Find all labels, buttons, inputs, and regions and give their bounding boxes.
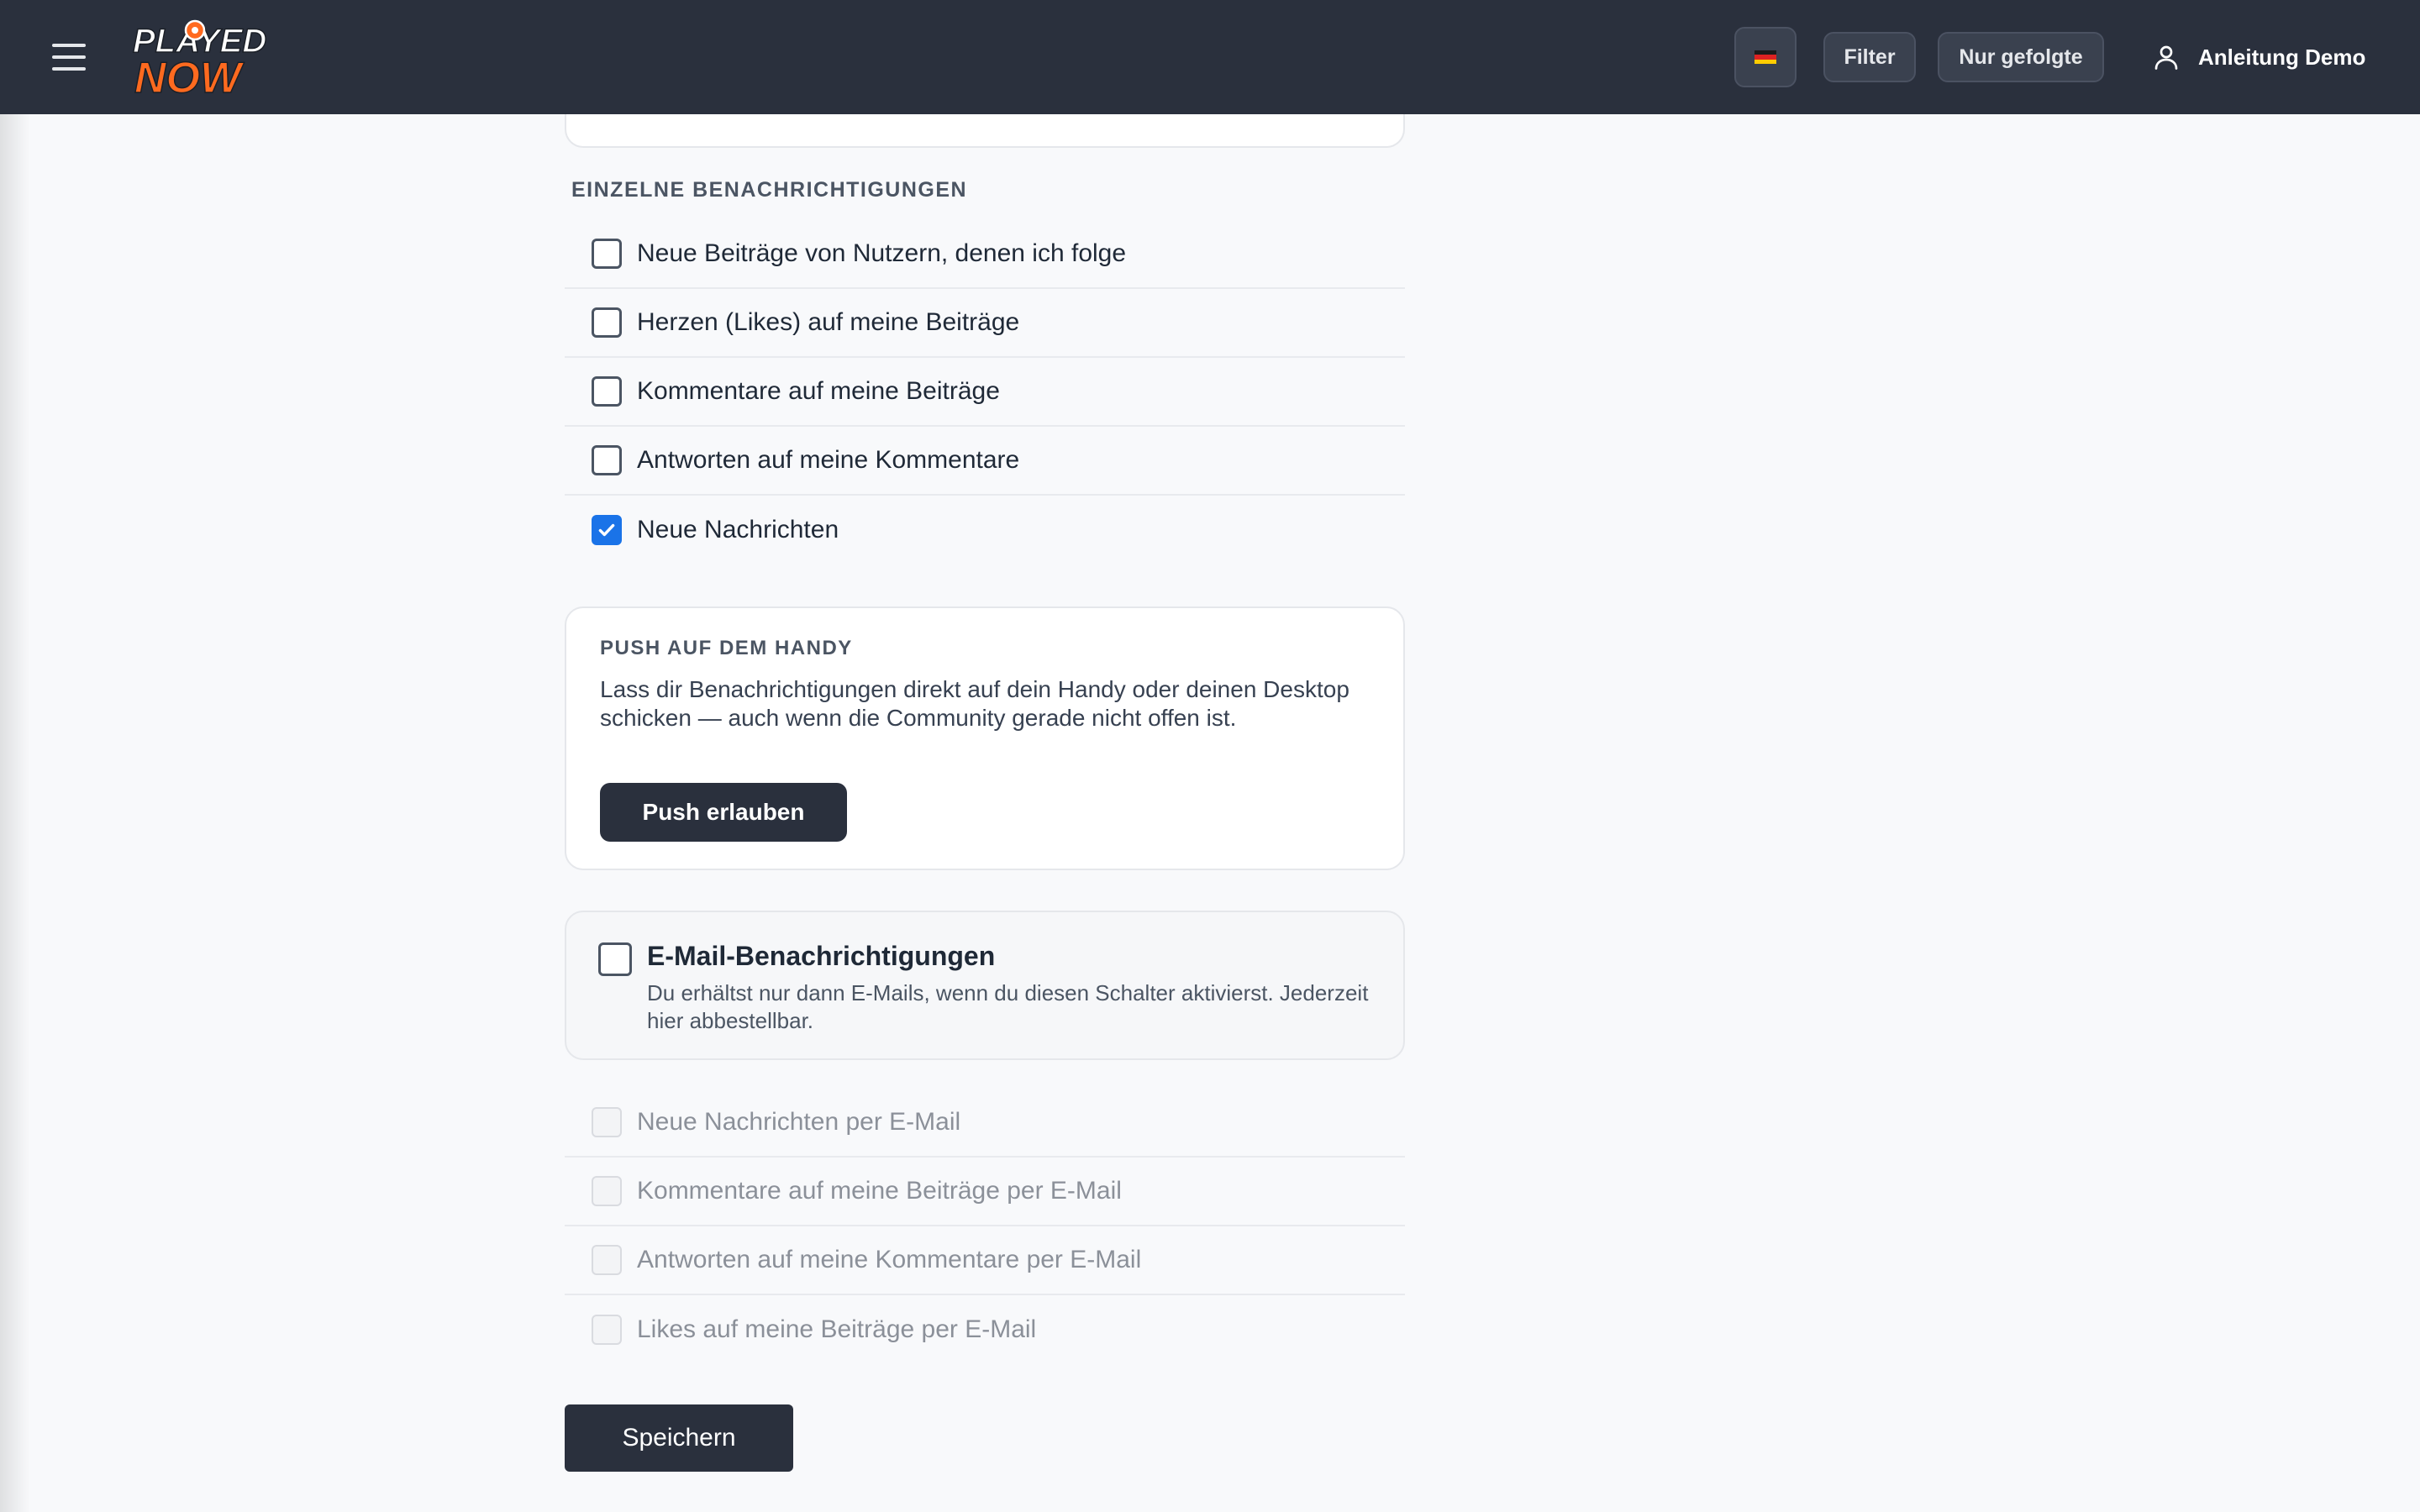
checkbox-disabled[interactable] <box>592 1176 622 1206</box>
user-icon <box>2154 45 2178 70</box>
notification-option-followed-posts[interactable]: Neue Beiträge von Nutzern, denen ich fol… <box>565 220 1405 289</box>
followed-only-button[interactable]: Nur gefolgte <box>1938 32 2104 82</box>
germany-flag-icon <box>1754 50 1776 64</box>
notification-option-replies[interactable]: Antworten auf meine Kommentare <box>565 427 1405 496</box>
email-option-likes[interactable]: Likes auf meine Beiträge per E-Mail <box>565 1295 1405 1364</box>
notification-option-comments[interactable]: Kommentare auf meine Beiträge <box>565 358 1405 427</box>
top-bar: PLAYED NOW Filter Nur gefolgte Anleitung… <box>0 0 2420 114</box>
checkbox-disabled[interactable] <box>592 1107 622 1137</box>
email-checklist: Neue Nachrichten per E-Mail Kommentare a… <box>565 1089 1405 1364</box>
option-label: Kommentare auf meine Beiträge per E-Mail <box>637 1177 1122 1205</box>
allow-push-button[interactable]: Push erlauben <box>600 783 847 842</box>
checkbox[interactable] <box>592 445 622 475</box>
email-description: Du erhältst nur dann E-Mails, wenn du di… <box>647 980 1369 1033</box>
notification-option-messages[interactable]: Neue Nachrichten <box>565 496 1405 564</box>
save-button[interactable]: Speichern <box>565 1404 793 1472</box>
played-now-logo[interactable]: PLAYED NOW <box>131 17 291 101</box>
option-label: Antworten auf meine Kommentare <box>637 446 1020 474</box>
option-label: Herzen (Likes) auf meine Beiträge <box>637 308 1020 336</box>
notification-option-likes[interactable]: Herzen (Likes) auf meine Beiträge <box>565 289 1405 358</box>
email-option-replies[interactable]: Antworten auf meine Kommentare per E-Mai… <box>565 1226 1405 1295</box>
option-label: Neue Nachrichten per E-Mail <box>637 1108 961 1136</box>
option-label: Neue Nachrichten <box>637 516 839 543</box>
email-option-comments[interactable]: Kommentare auf meine Beiträge per E-Mail <box>565 1158 1405 1226</box>
option-label: Antworten auf meine Kommentare per E-Mai… <box>637 1246 1142 1273</box>
checkmark-icon <box>598 523 615 537</box>
filter-button[interactable]: Filter <box>1823 32 1916 82</box>
svg-text:NOW: NOW <box>134 54 245 101</box>
language-button[interactable] <box>1734 27 1797 87</box>
checkbox[interactable] <box>592 376 622 407</box>
checkbox[interactable] <box>592 239 622 269</box>
notification-checklist: Neue Beiträge von Nutzern, denen ich fol… <box>565 220 1405 564</box>
push-title: PUSH AUF DEM HANDY <box>600 637 853 659</box>
checkbox[interactable] <box>592 307 622 338</box>
user-menu[interactable]: Anleitung Demo <box>2151 35 2365 79</box>
option-label: Neue Beiträge von Nutzern, denen ich fol… <box>637 239 1127 267</box>
push-description: Lass dir Benachrichtigungen direkt auf d… <box>600 676 1349 731</box>
email-title: E-Mail-Benachrichtigungen <box>647 941 996 971</box>
push-card: PUSH AUF DEM HANDY Lass dir Benachrichti… <box>565 606 1405 870</box>
option-label: Likes auf meine Beiträge per E-Mail <box>637 1315 1037 1343</box>
checkbox-checked[interactable] <box>592 515 622 545</box>
section-label-individual-notifications: EINZELNE BENACHRICHTIGUNGEN <box>571 178 968 202</box>
checkbox-disabled[interactable] <box>592 1245 622 1275</box>
hamburger-icon[interactable] <box>52 44 86 71</box>
checkbox-disabled[interactable] <box>592 1315 622 1345</box>
option-label: Kommentare auf meine Beiträge <box>637 377 1000 405</box>
user-name: Anleitung Demo <box>2198 44 2366 70</box>
sidebar-edge-shadow <box>0 0 30 1512</box>
email-toggle-checkbox[interactable] <box>598 942 632 976</box>
email-notifications-card: E-Mail-Benachrichtigungen Du erhältst nu… <box>565 911 1405 1060</box>
email-option-messages[interactable]: Neue Nachrichten per E-Mail <box>565 1089 1405 1158</box>
